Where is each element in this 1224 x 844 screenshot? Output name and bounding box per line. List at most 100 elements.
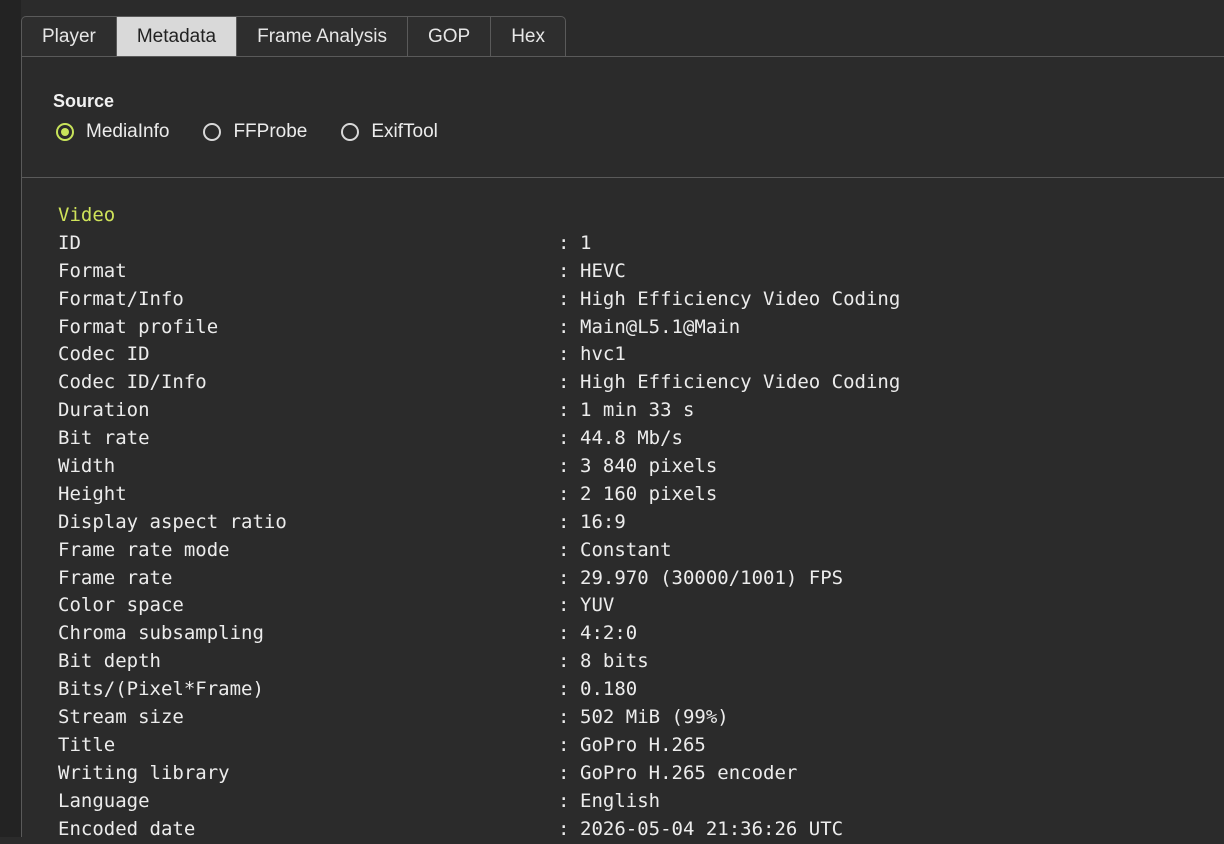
metadata-value: 0.180 (580, 676, 637, 704)
metadata-row: ID:1 (58, 230, 900, 258)
metadata-row: Bit depth:8 bits (58, 648, 900, 676)
metadata-key: Writing library (58, 760, 558, 788)
metadata-row: Stream size:502 MiB (99%) (58, 704, 900, 732)
metadata-row: Frame rate mode:Constant (58, 537, 900, 565)
metadata-separator: : (558, 676, 580, 704)
metadata-row: Format:HEVC (58, 258, 900, 286)
metadata-separator: : (558, 258, 580, 286)
metadata-row: Chroma subsampling:4:2:0 (58, 620, 900, 648)
metadata-row: Frame rate:29.970 (30000/1001) FPS (58, 565, 900, 593)
metadata-key: Format profile (58, 314, 558, 342)
metadata-row: Duration:1 min 33 s (58, 397, 900, 425)
metadata-key: Chroma subsampling (58, 620, 558, 648)
metadata-key: Color space (58, 592, 558, 620)
metadata-key: Bit depth (58, 648, 558, 676)
metadata-key: Codec ID (58, 341, 558, 369)
metadata-value: 44.8 Mb/s (580, 425, 683, 453)
source-title: Source (53, 91, 114, 112)
metadata-panel: Source MediaInfo FFProbe ExifTool Video … (21, 56, 1224, 837)
metadata-separator: : (558, 788, 580, 816)
metadata-value: hvc1 (580, 341, 626, 369)
metadata-value: 1 (580, 230, 591, 258)
metadata-row: Encoded date:2026-05-04 21:36:26 UTC (58, 816, 900, 844)
metadata-separator: : (558, 816, 580, 844)
metadata-key: Bit rate (58, 425, 558, 453)
metadata-key: Height (58, 481, 558, 509)
radio-unchecked-icon (203, 123, 221, 141)
left-edge-strip (0, 0, 21, 837)
metadata-value: YUV (580, 592, 614, 620)
metadata-separator: : (558, 565, 580, 593)
metadata-value: HEVC (580, 258, 626, 286)
tab-hex[interactable]: Hex (490, 16, 566, 56)
metadata-separator: : (558, 341, 580, 369)
metadata-value: 2 160 pixels (580, 481, 717, 509)
metadata-row: Language:English (58, 788, 900, 816)
source-group: Source MediaInfo FFProbe ExifTool (22, 57, 1224, 178)
metadata-row: Codec ID:hvc1 (58, 341, 900, 369)
radio-mediainfo-label: MediaInfo (86, 121, 169, 143)
metadata-separator: : (558, 704, 580, 732)
metadata-row: Bit rate:44.8 Mb/s (58, 425, 900, 453)
radio-ffprobe[interactable]: FFProbe (203, 121, 307, 143)
metadata-key: Title (58, 732, 558, 760)
radio-exiftool[interactable]: ExifTool (341, 121, 438, 143)
metadata-value: 16:9 (580, 509, 626, 537)
metadata-row: Title:GoPro H.265 (58, 732, 900, 760)
metadata-value: 29.970 (30000/1001) FPS (580, 565, 843, 593)
metadata-value: GoPro H.265 (580, 732, 706, 760)
metadata-separator: : (558, 425, 580, 453)
metadata-value: Main@L5.1@Main (580, 314, 740, 342)
metadata-value: High Efficiency Video Coding (580, 369, 900, 397)
section-title-video: Video (58, 202, 900, 230)
radio-mediainfo[interactable]: MediaInfo (56, 121, 169, 143)
metadata-key: ID (58, 230, 558, 258)
metadata-value: 3 840 pixels (580, 453, 717, 481)
metadata-value: 4:2:0 (580, 620, 637, 648)
tab-player[interactable]: Player (21, 16, 117, 56)
metadata-row: Codec ID/Info:High Efficiency Video Codi… (58, 369, 900, 397)
metadata-separator: : (558, 509, 580, 537)
metadata-key: Codec ID/Info (58, 369, 558, 397)
metadata-key: Width (58, 453, 558, 481)
metadata-separator: : (558, 369, 580, 397)
metadata-value: 8 bits (580, 648, 649, 676)
metadata-separator: : (558, 286, 580, 314)
metadata-row: Height:2 160 pixels (58, 481, 900, 509)
metadata-separator: : (558, 453, 580, 481)
metadata-value: High Efficiency Video Coding (580, 286, 900, 314)
radio-unchecked-icon (341, 123, 359, 141)
metadata-separator: : (558, 620, 580, 648)
metadata-separator: : (558, 230, 580, 258)
metadata-row: Color space:YUV (58, 592, 900, 620)
metadata-row: Bits/(Pixel*Frame):0.180 (58, 676, 900, 704)
metadata-value: 1 min 33 s (580, 397, 694, 425)
metadata-row: Writing library:GoPro H.265 encoder (58, 760, 900, 788)
tab-frame-analysis[interactable]: Frame Analysis (236, 16, 408, 56)
metadata-key: Language (58, 788, 558, 816)
metadata-key: Duration (58, 397, 558, 425)
metadata-key: Frame rate mode (58, 537, 558, 565)
tab-bar: Player Metadata Frame Analysis GOP Hex (21, 16, 565, 56)
radio-exiftool-label: ExifTool (371, 121, 438, 143)
metadata-separator: : (558, 732, 580, 760)
metadata-row: Display aspect ratio:16:9 (58, 509, 900, 537)
metadata-row: Format profile:Main@L5.1@Main (58, 314, 900, 342)
radio-ffprobe-label: FFProbe (233, 121, 307, 143)
metadata-key: Frame rate (58, 565, 558, 593)
metadata-value: English (580, 788, 660, 816)
metadata-separator: : (558, 592, 580, 620)
metadata-value: 502 MiB (99%) (580, 704, 729, 732)
tab-metadata[interactable]: Metadata (116, 16, 237, 56)
metadata-separator: : (558, 314, 580, 342)
source-radio-group: MediaInfo FFProbe ExifTool (56, 121, 472, 143)
metadata-separator: : (558, 760, 580, 788)
metadata-value: Constant (580, 537, 672, 565)
metadata-key: Encoded date (58, 816, 558, 844)
metadata-key: Bits/(Pixel*Frame) (58, 676, 558, 704)
metadata-key: Display aspect ratio (58, 509, 558, 537)
metadata-key: Format (58, 258, 558, 286)
metadata-separator: : (558, 481, 580, 509)
tab-gop[interactable]: GOP (407, 16, 491, 56)
metadata-key: Stream size (58, 704, 558, 732)
